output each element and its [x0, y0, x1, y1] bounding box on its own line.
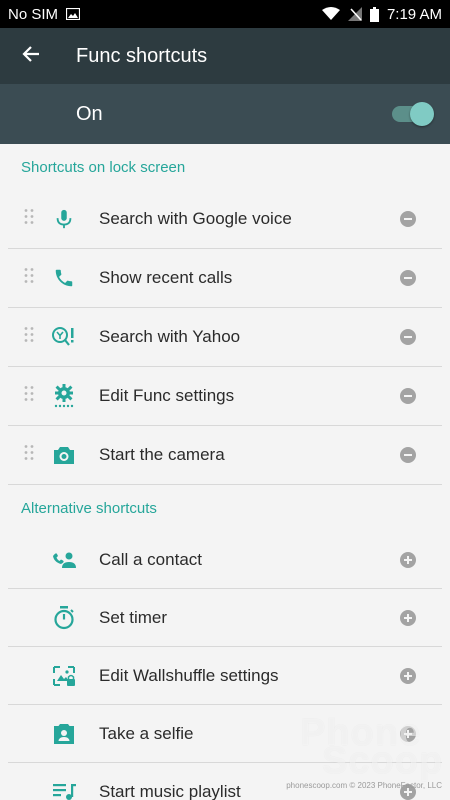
phone-icon	[51, 265, 77, 291]
app-bar: Func shortcuts	[0, 28, 450, 84]
camera-icon	[51, 442, 77, 468]
drag-handle-icon[interactable]	[24, 386, 34, 407]
contact-phone-icon	[51, 547, 77, 573]
remove-icon[interactable]	[400, 447, 416, 463]
arrow-back-icon	[22, 45, 40, 68]
remove-icon[interactable]	[400, 211, 416, 227]
list-item-label: Call a contact	[99, 549, 202, 569]
add-icon[interactable]	[400, 783, 416, 800]
master-switch-label: On	[76, 102, 103, 125]
list-item-func-settings[interactable]: Edit Func settings	[8, 367, 442, 426]
selfie-camera-icon	[51, 721, 77, 747]
list-item-label: Edit Func settings	[99, 386, 235, 405]
status-bar: No SIM 7:19 AM	[0, 0, 450, 28]
remove-icon[interactable]	[400, 329, 416, 345]
list-item-label: Search with Yahoo	[99, 327, 241, 346]
back-button[interactable]	[0, 28, 62, 84]
drag-handle-icon[interactable]	[24, 445, 34, 466]
wifi-icon	[321, 7, 340, 21]
toggle-thumb	[410, 102, 434, 126]
yahoo-search-icon	[51, 324, 77, 350]
battery-icon	[369, 6, 379, 22]
list-item-label: Set timer	[99, 607, 168, 627]
list-item-google-voice[interactable]: Search with Google voice	[8, 190, 442, 249]
list-item-wallshuffle[interactable]: Edit Wallshuffle settings	[8, 647, 442, 705]
list-item-yahoo[interactable]: Search with Yahoo	[8, 308, 442, 367]
list-item-label: Start the camera	[99, 445, 225, 464]
list-item-label: Edit Wallshuffle settings	[99, 665, 279, 685]
no-signal-icon	[347, 7, 362, 21]
list-item-label: Search with Google voice	[99, 209, 292, 228]
timer-icon	[51, 605, 77, 631]
remove-icon[interactable]	[400, 270, 416, 286]
master-switch-bar[interactable]: On	[0, 84, 450, 144]
list-item-call-contact[interactable]: Call a contact	[8, 531, 442, 589]
add-icon[interactable]	[400, 725, 416, 742]
list-item-camera[interactable]: Start the camera	[8, 426, 442, 485]
playlist-icon	[51, 779, 77, 800]
list-item-music-playlist[interactable]: Start music playlist	[8, 763, 442, 800]
section-header-alternative: Alternative shortcuts	[21, 499, 157, 517]
drag-handle-icon[interactable]	[24, 209, 34, 230]
list-item-set-timer[interactable]: Set timer	[8, 589, 442, 647]
add-icon[interactable]	[400, 609, 416, 626]
list-item-label: Start music playlist	[99, 781, 241, 800]
list-item-label: Take a selfie	[99, 723, 194, 743]
page-title: Func shortcuts	[76, 44, 208, 67]
drag-handle-icon[interactable]	[24, 268, 34, 289]
list-item-label: Show recent calls	[99, 268, 233, 287]
wallpaper-icon	[51, 663, 77, 689]
carrier-label: No SIM	[8, 5, 59, 23]
list-item-recent-calls[interactable]: Show recent calls	[8, 249, 442, 308]
microphone-icon	[51, 206, 77, 232]
remove-icon[interactable]	[400, 388, 416, 404]
settings-list: Shortcuts on lock screen Search with Goo…	[0, 144, 450, 800]
section-header-lock-screen: Shortcuts on lock screen	[21, 158, 186, 176]
master-toggle[interactable]	[392, 102, 434, 126]
add-icon[interactable]	[400, 551, 416, 568]
settings-gear-icon	[51, 383, 77, 409]
clock: 7:19 AM	[386, 5, 442, 23]
drag-handle-icon[interactable]	[24, 327, 34, 348]
add-icon[interactable]	[400, 667, 416, 684]
image-icon	[66, 8, 81, 20]
list-item-selfie[interactable]: Take a selfie	[8, 705, 442, 763]
